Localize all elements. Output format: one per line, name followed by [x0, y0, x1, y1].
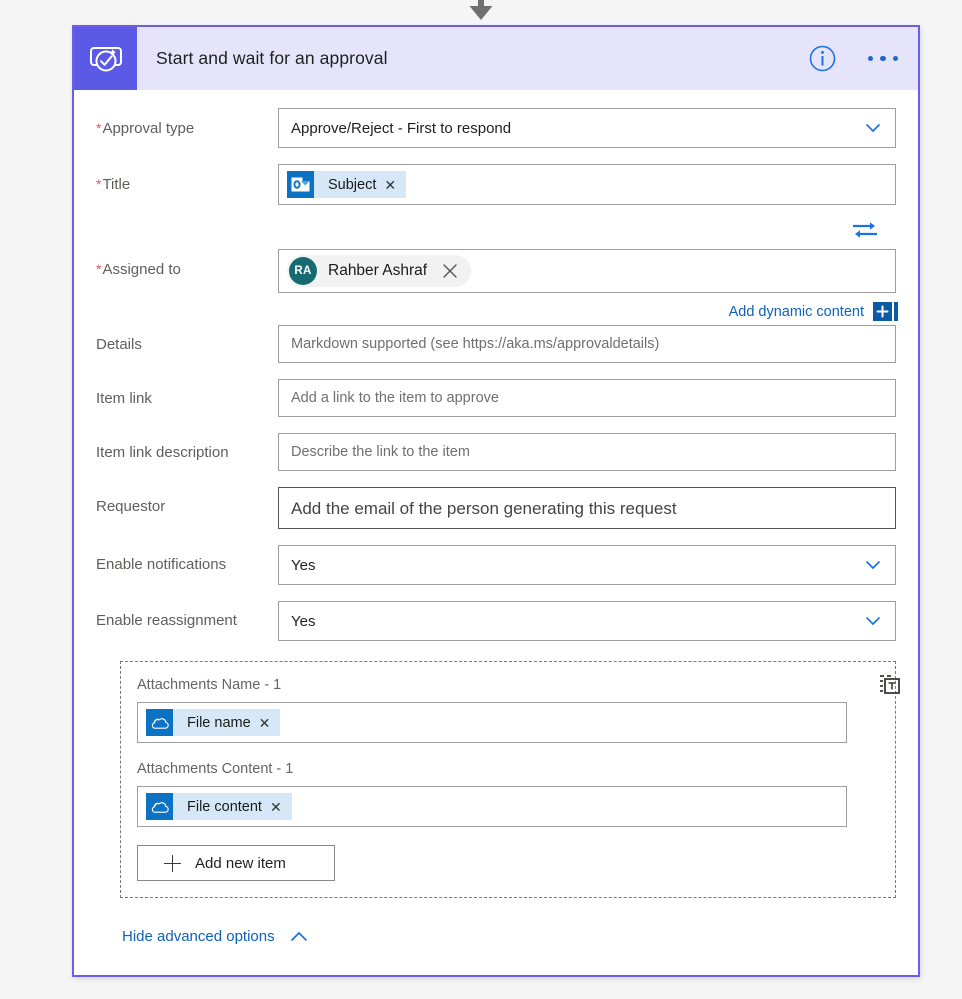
- add-new-item-label: Add new item: [195, 854, 286, 872]
- field-row-swap: [96, 209, 896, 245]
- label-approval-type: *Approval type: [96, 120, 195, 137]
- info-circle-icon[interactable]: [808, 44, 838, 74]
- requestor-placeholder: Add the email of the person generating t…: [291, 498, 677, 518]
- field-row-assigned-to: *Assigned to RA Rahber Ashraf Add dynami…: [96, 249, 898, 321]
- avatar: RA: [289, 257, 317, 285]
- onedrive-icon: [146, 709, 173, 736]
- chevron-down-icon: [866, 617, 880, 626]
- page-title: Start and wait for an approval: [156, 48, 388, 68]
- field-row-item-link-description: Item link description Describe the link …: [96, 433, 896, 471]
- item-link-placeholder: Add a link to the item to approve: [291, 389, 499, 406]
- label-title: *Title: [96, 176, 131, 193]
- enable-notifications-dropdown[interactable]: Yes: [278, 545, 896, 585]
- dynamic-token-file-name[interactable]: File name ✕: [146, 709, 281, 736]
- attachments-content-label: Attachments Content - 1: [137, 761, 294, 777]
- token-label: File content: [187, 798, 262, 815]
- header-actions: [808, 27, 903, 90]
- hide-advanced-options-label: Hide advanced options: [122, 928, 275, 945]
- onedrive-icon: [146, 793, 173, 820]
- remove-person-icon[interactable]: [441, 262, 459, 280]
- field-row-item-link: Item link Add a link to the item to appr…: [96, 379, 896, 417]
- enable-notifications-value: Yes: [291, 556, 316, 574]
- label-enable-notifications: Enable notifications: [96, 556, 227, 573]
- token-label: File name: [187, 714, 251, 731]
- label-details: Details: [96, 336, 142, 353]
- label-enable-reassignment: Enable reassignment: [96, 612, 237, 629]
- enable-reassignment-dropdown[interactable]: Yes: [278, 601, 896, 641]
- required-marker: *: [96, 261, 102, 277]
- flow-connector: [461, 0, 501, 24]
- label-item-link-description: Item link description: [96, 444, 229, 461]
- title-input[interactable]: Subject ✕: [278, 164, 896, 205]
- ellipsis-icon[interactable]: [864, 50, 903, 68]
- required-marker: *: [96, 176, 102, 192]
- card-header[interactable]: Start and wait for an approval: [74, 27, 918, 90]
- requestor-input[interactable]: Add the email of the person generating t…: [278, 487, 896, 529]
- chevron-up-icon: [290, 931, 307, 941]
- field-row-requestor: Requestor Add the email of the person ge…: [96, 487, 896, 529]
- outlook-icon: [287, 171, 314, 198]
- approvals-icon: [74, 27, 137, 90]
- enable-reassignment-value: Yes: [291, 612, 316, 630]
- item-link-input[interactable]: Add a link to the item to approve: [278, 379, 896, 417]
- item-link-description-input[interactable]: Describe the link to the item: [278, 433, 896, 471]
- label-assigned-to: *Assigned to: [96, 261, 181, 278]
- person-name: Rahber Ashraf: [328, 262, 428, 279]
- add-plus-icon[interactable]: [873, 302, 898, 321]
- person-token[interactable]: RA Rahber Ashraf: [287, 255, 472, 287]
- field-row-title: *Title Subject ✕: [96, 164, 896, 205]
- required-marker: *: [96, 120, 102, 136]
- approval-type-dropdown[interactable]: Approve/Reject - First to respond: [278, 108, 896, 148]
- add-new-item-button[interactable]: Add new item: [137, 845, 335, 881]
- attachments-group: Attachments Name - 1 File name ✕ Attachm…: [120, 661, 900, 898]
- item-link-description-placeholder: Describe the link to the item: [291, 443, 470, 460]
- assigned-to-input[interactable]: RA Rahber Ashraf: [278, 249, 896, 293]
- field-row-approval-type: *Approval type Approve/Reject - First to…: [96, 108, 896, 148]
- action-card-start-and-wait-for-an-approval: Start and wait for an approval *Approval…: [72, 25, 920, 977]
- field-row-details: Details Markdown supported (see https://…: [96, 325, 896, 363]
- remove-token-icon[interactable]: ✕: [270, 800, 292, 814]
- label-requestor: Requestor: [96, 498, 166, 515]
- chevron-down-icon: [866, 124, 880, 133]
- remove-token-icon[interactable]: ✕: [384, 178, 406, 192]
- chevron-down-icon: [866, 561, 880, 570]
- swap-arrows-icon[interactable]: [852, 220, 878, 240]
- dynamic-token-subject[interactable]: Subject ✕: [287, 171, 407, 198]
- switch-to-text-mode-icon[interactable]: [874, 668, 908, 702]
- add-dynamic-content-link[interactable]: Add dynamic content: [729, 304, 864, 320]
- details-input[interactable]: Markdown supported (see https://aka.ms/a…: [278, 325, 896, 363]
- attachments-content-input[interactable]: File content ✕: [137, 786, 847, 827]
- details-placeholder: Markdown supported (see https://aka.ms/a…: [291, 335, 660, 352]
- add-plus-icon: [164, 854, 181, 872]
- card-body: *Approval type Approve/Reject - First to…: [74, 90, 918, 975]
- label-spacer-swap: [96, 209, 278, 220]
- approval-type-value: Approve/Reject - First to respond: [291, 119, 512, 137]
- hide-advanced-options-link[interactable]: Hide advanced options: [122, 928, 309, 945]
- add-dynamic-content-row: Add dynamic content: [278, 302, 898, 321]
- label-item-link: Item link: [96, 390, 152, 407]
- attachments-name-input[interactable]: File name ✕: [137, 702, 847, 743]
- remove-token-icon[interactable]: ✕: [259, 716, 281, 730]
- dynamic-token-file-content[interactable]: File content ✕: [146, 793, 292, 820]
- field-row-enable-reassignment: Enable reassignment Yes: [96, 601, 896, 641]
- field-row-enable-notifications: Enable notifications Yes: [96, 545, 896, 585]
- down-arrow-icon: [469, 0, 493, 20]
- token-label: Subject: [328, 176, 377, 193]
- attachments-name-label: Attachments Name - 1: [137, 677, 282, 693]
